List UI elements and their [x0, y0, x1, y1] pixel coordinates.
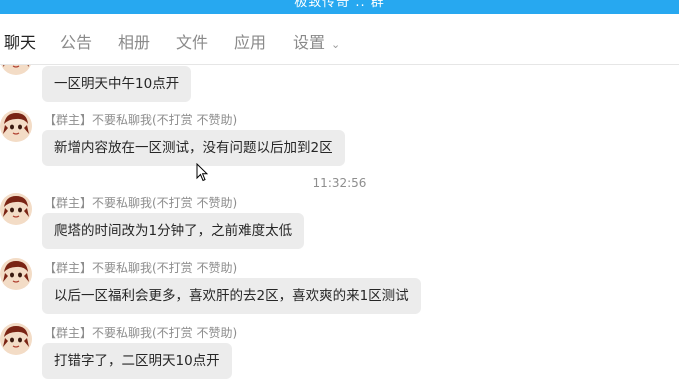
message-bubble[interactable]: 打错字了，二区明天10点开	[42, 343, 232, 379]
avatar[interactable]	[0, 65, 32, 75]
sender-name[interactable]: 【群主】不要私聊我(不打赏 不赞助)	[44, 259, 237, 276]
tab-chat[interactable]: 聊天	[4, 33, 36, 53]
avatar[interactable]	[0, 258, 32, 290]
tab-settings-label: 设置	[293, 33, 326, 52]
owner-avatar-icon	[1, 65, 31, 75]
tab-apps[interactable]: 应用	[234, 33, 266, 53]
message-bubble[interactable]: 一区明天中午10点开	[42, 66, 192, 102]
tab-album[interactable]: 相册	[118, 33, 150, 53]
tab-announcement[interactable]: 公告	[60, 33, 92, 53]
message-bubble[interactable]: 以后一区福利会更多，喜欢肝的去2区，喜欢爽的来1区测试	[42, 278, 421, 314]
window-title: 极致传奇 .. 群	[294, 0, 385, 10]
message-bubble[interactable]: 新增内容放在一区测试，没有问题以后加到2区	[42, 130, 345, 166]
timestamp: 11:32:56	[312, 176, 367, 190]
owner-avatar-icon	[0, 258, 32, 290]
owner-avatar-icon	[0, 110, 32, 142]
owner-avatar-icon	[0, 323, 32, 355]
tab-files[interactable]: 文件	[176, 33, 208, 53]
avatar[interactable]	[0, 323, 32, 355]
sender-name[interactable]: 【群主】不要私聊我(不打赏 不赞助)	[44, 194, 237, 211]
avatar[interactable]	[0, 193, 32, 225]
tab-bar: 聊天 公告 相册 文件 应用 设置 ⌄	[0, 14, 679, 65]
chat-panel[interactable]: 一区明天中午10点开 【群主】不要私聊我(不打赏 不赞助) 新增内容放在一区测试…	[0, 65, 679, 387]
title-bar: 极致传奇 .. 群	[0, 0, 679, 14]
avatar[interactable]	[0, 110, 32, 142]
owner-avatar-icon	[0, 193, 32, 225]
sender-name[interactable]: 【群主】不要私聊我(不打赏 不赞助)	[44, 324, 237, 341]
chevron-down-icon: ⌄	[331, 38, 341, 51]
message-bubble[interactable]: 爬塔的时间改为1分钟了，之前难度太低	[42, 213, 305, 249]
sender-name[interactable]: 【群主】不要私聊我(不打赏 不赞助)	[44, 111, 237, 128]
mouse-cursor-icon	[196, 163, 208, 182]
tab-settings[interactable]: 设置 ⌄	[293, 33, 340, 55]
